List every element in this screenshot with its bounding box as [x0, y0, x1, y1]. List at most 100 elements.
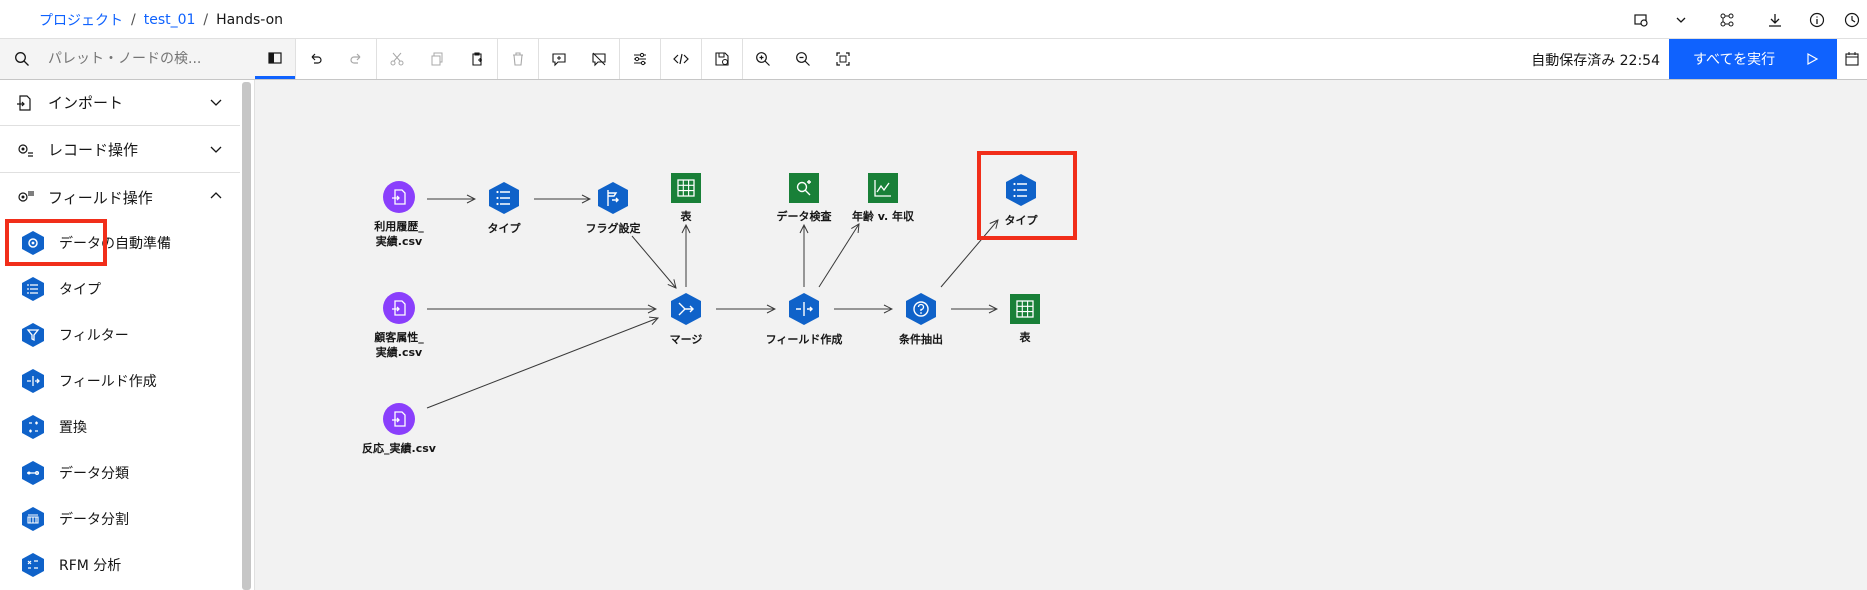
calendar-icon[interactable]	[1837, 39, 1867, 79]
run-all-label: すべてを実行	[1693, 52, 1776, 68]
breadcrumb: プロジェクト / test_01 / Hands-on	[39, 10, 283, 30]
zoom-in-button[interactable]	[743, 39, 783, 79]
bin-hex-icon	[21, 460, 45, 486]
download-icon[interactable]	[1753, 0, 1797, 39]
chevron-down-icon[interactable]	[1661, 0, 1701, 39]
list-hex-icon	[21, 276, 45, 302]
play-icon	[1807, 52, 1819, 66]
palette-item-binning[interactable]: データ分類	[0, 450, 240, 496]
table-icon	[671, 173, 701, 203]
paste-button[interactable]	[457, 39, 497, 79]
breadcrumb-projects-link[interactable]: プロジェクト	[39, 10, 123, 30]
table-icon	[1010, 294, 1040, 324]
record-ops-icon	[18, 143, 33, 157]
search-input[interactable]	[48, 51, 218, 67]
info-icon[interactable]	[1797, 0, 1837, 39]
flow-canvas[interactable]: 利用履歴_実績.csv タイプ フラグ設定 表 データ検査 年齢 v. 年収 タ…	[255, 80, 1867, 590]
file-import-icon	[383, 403, 415, 435]
derive-hex-icon	[21, 368, 45, 394]
palette-item-label: タイプ	[59, 282, 101, 298]
breadcrumb-test-link[interactable]: test_01	[144, 12, 196, 28]
flag-hex-icon	[598, 182, 628, 214]
copy-button[interactable]	[417, 39, 457, 79]
zoom-out-button[interactable]	[783, 39, 823, 79]
category-field-ops[interactable]: フィールド操作	[0, 174, 240, 220]
save-version-button[interactable]	[702, 39, 742, 79]
node-merge[interactable]: マージ	[626, 292, 746, 347]
highlight-box-palette-type	[5, 219, 107, 266]
node-response-csv[interactable]: 反応_実績.csv	[339, 403, 459, 456]
palette-item-label: RFM 分析	[59, 558, 122, 574]
breadcrumb-current: Hands-on	[216, 12, 284, 28]
search-icon	[15, 52, 29, 66]
node-label: 年齢 v. 年収	[851, 210, 915, 223]
breadcrumb-separator: /	[131, 12, 136, 28]
node-label: 利用履歴_実績.csv	[374, 220, 424, 248]
add-comment-button[interactable]	[539, 39, 579, 79]
merge-hex-icon	[671, 293, 701, 325]
palette-item-type[interactable]: タイプ	[0, 266, 240, 312]
category-label: フィールド操作	[48, 188, 153, 207]
toolbar: 自動保存済み 22:54 すべてを実行	[0, 39, 1867, 80]
node-table-1[interactable]: 表	[626, 173, 746, 224]
cut-button[interactable]	[377, 39, 417, 79]
flow-settings-icon[interactable]	[1621, 0, 1661, 39]
code-button[interactable]	[661, 39, 701, 79]
node-derive[interactable]: フィールド作成	[744, 292, 864, 347]
help-hex-icon	[906, 293, 936, 325]
field-ops-icon	[18, 191, 34, 202]
palette-item-rfm[interactable]: RFM 分析	[0, 542, 240, 588]
file-import-icon	[383, 292, 415, 324]
palette-item-replace[interactable]: 置換	[0, 404, 240, 450]
sidebar-scrollbar[interactable]	[242, 82, 251, 590]
highlight-box-type-node	[977, 151, 1077, 240]
chevron-down-icon	[210, 99, 222, 106]
node-plot-age-income[interactable]: 年齢 v. 年収	[823, 173, 943, 224]
top-bar: プロジェクト / test_01 / Hands-on	[0, 0, 1867, 39]
replace-hex-icon	[21, 414, 45, 440]
node-type-1[interactable]: タイプ	[444, 181, 564, 236]
chevron-up-icon	[210, 192, 222, 199]
palette-item-derive[interactable]: フィールド作成	[0, 358, 240, 404]
settings-sliders-button[interactable]	[620, 39, 660, 79]
node-palette: インポート レコード操作 フィールド操作 データの自動準備 タイプ フィルター …	[0, 80, 255, 590]
node-usage-history-csv[interactable]: 利用履歴_実績.csv	[339, 181, 459, 249]
palette-item-filter[interactable]: フィルター	[0, 312, 240, 358]
chevron-down-icon	[210, 146, 222, 153]
plot-icon	[868, 173, 898, 203]
run-all-button[interactable]: すべてを実行	[1669, 39, 1837, 79]
category-import[interactable]: インポート	[0, 80, 240, 126]
model-icon[interactable]	[1701, 0, 1753, 39]
node-table-2[interactable]: 表	[965, 294, 1085, 345]
palette-search	[0, 39, 255, 79]
filter-hex-icon	[21, 322, 45, 348]
audit-icon	[789, 173, 819, 203]
node-label: 反応_実績.csv	[362, 442, 436, 455]
node-label: マージ	[669, 333, 703, 346]
palette-item-label: データ分割	[59, 512, 129, 528]
derive-hex-icon	[789, 293, 819, 325]
palette-item-label: 置換	[59, 420, 87, 436]
category-record-ops[interactable]: レコード操作	[0, 127, 240, 173]
partition-hex-icon	[21, 506, 45, 532]
fit-to-screen-button[interactable]	[823, 39, 863, 79]
category-label: インポート	[48, 94, 124, 112]
node-label: タイプ	[487, 222, 521, 235]
node-label: 顧客属性_実績.csv	[374, 331, 424, 359]
history-icon[interactable]	[1837, 0, 1867, 39]
category-label: レコード操作	[48, 141, 139, 159]
toggle-palette-button[interactable]	[255, 39, 295, 79]
redo-button[interactable]	[336, 39, 376, 79]
palette-item-label: フィールド作成	[59, 374, 157, 390]
file-import-icon	[383, 181, 415, 213]
delete-button[interactable]	[498, 39, 538, 79]
node-select[interactable]: 条件抽出	[861, 292, 981, 347]
node-label: フィールド作成	[765, 333, 843, 346]
import-icon	[17, 94, 31, 111]
palette-item-partition[interactable]: データ分割	[0, 496, 240, 542]
rfm-hex-icon	[21, 552, 45, 578]
node-customer-attributes-csv[interactable]: 顧客属性_実績.csv	[339, 292, 459, 360]
list-hex-icon	[489, 182, 519, 214]
undo-button[interactable]	[296, 39, 336, 79]
hide-comments-button[interactable]	[579, 39, 619, 79]
